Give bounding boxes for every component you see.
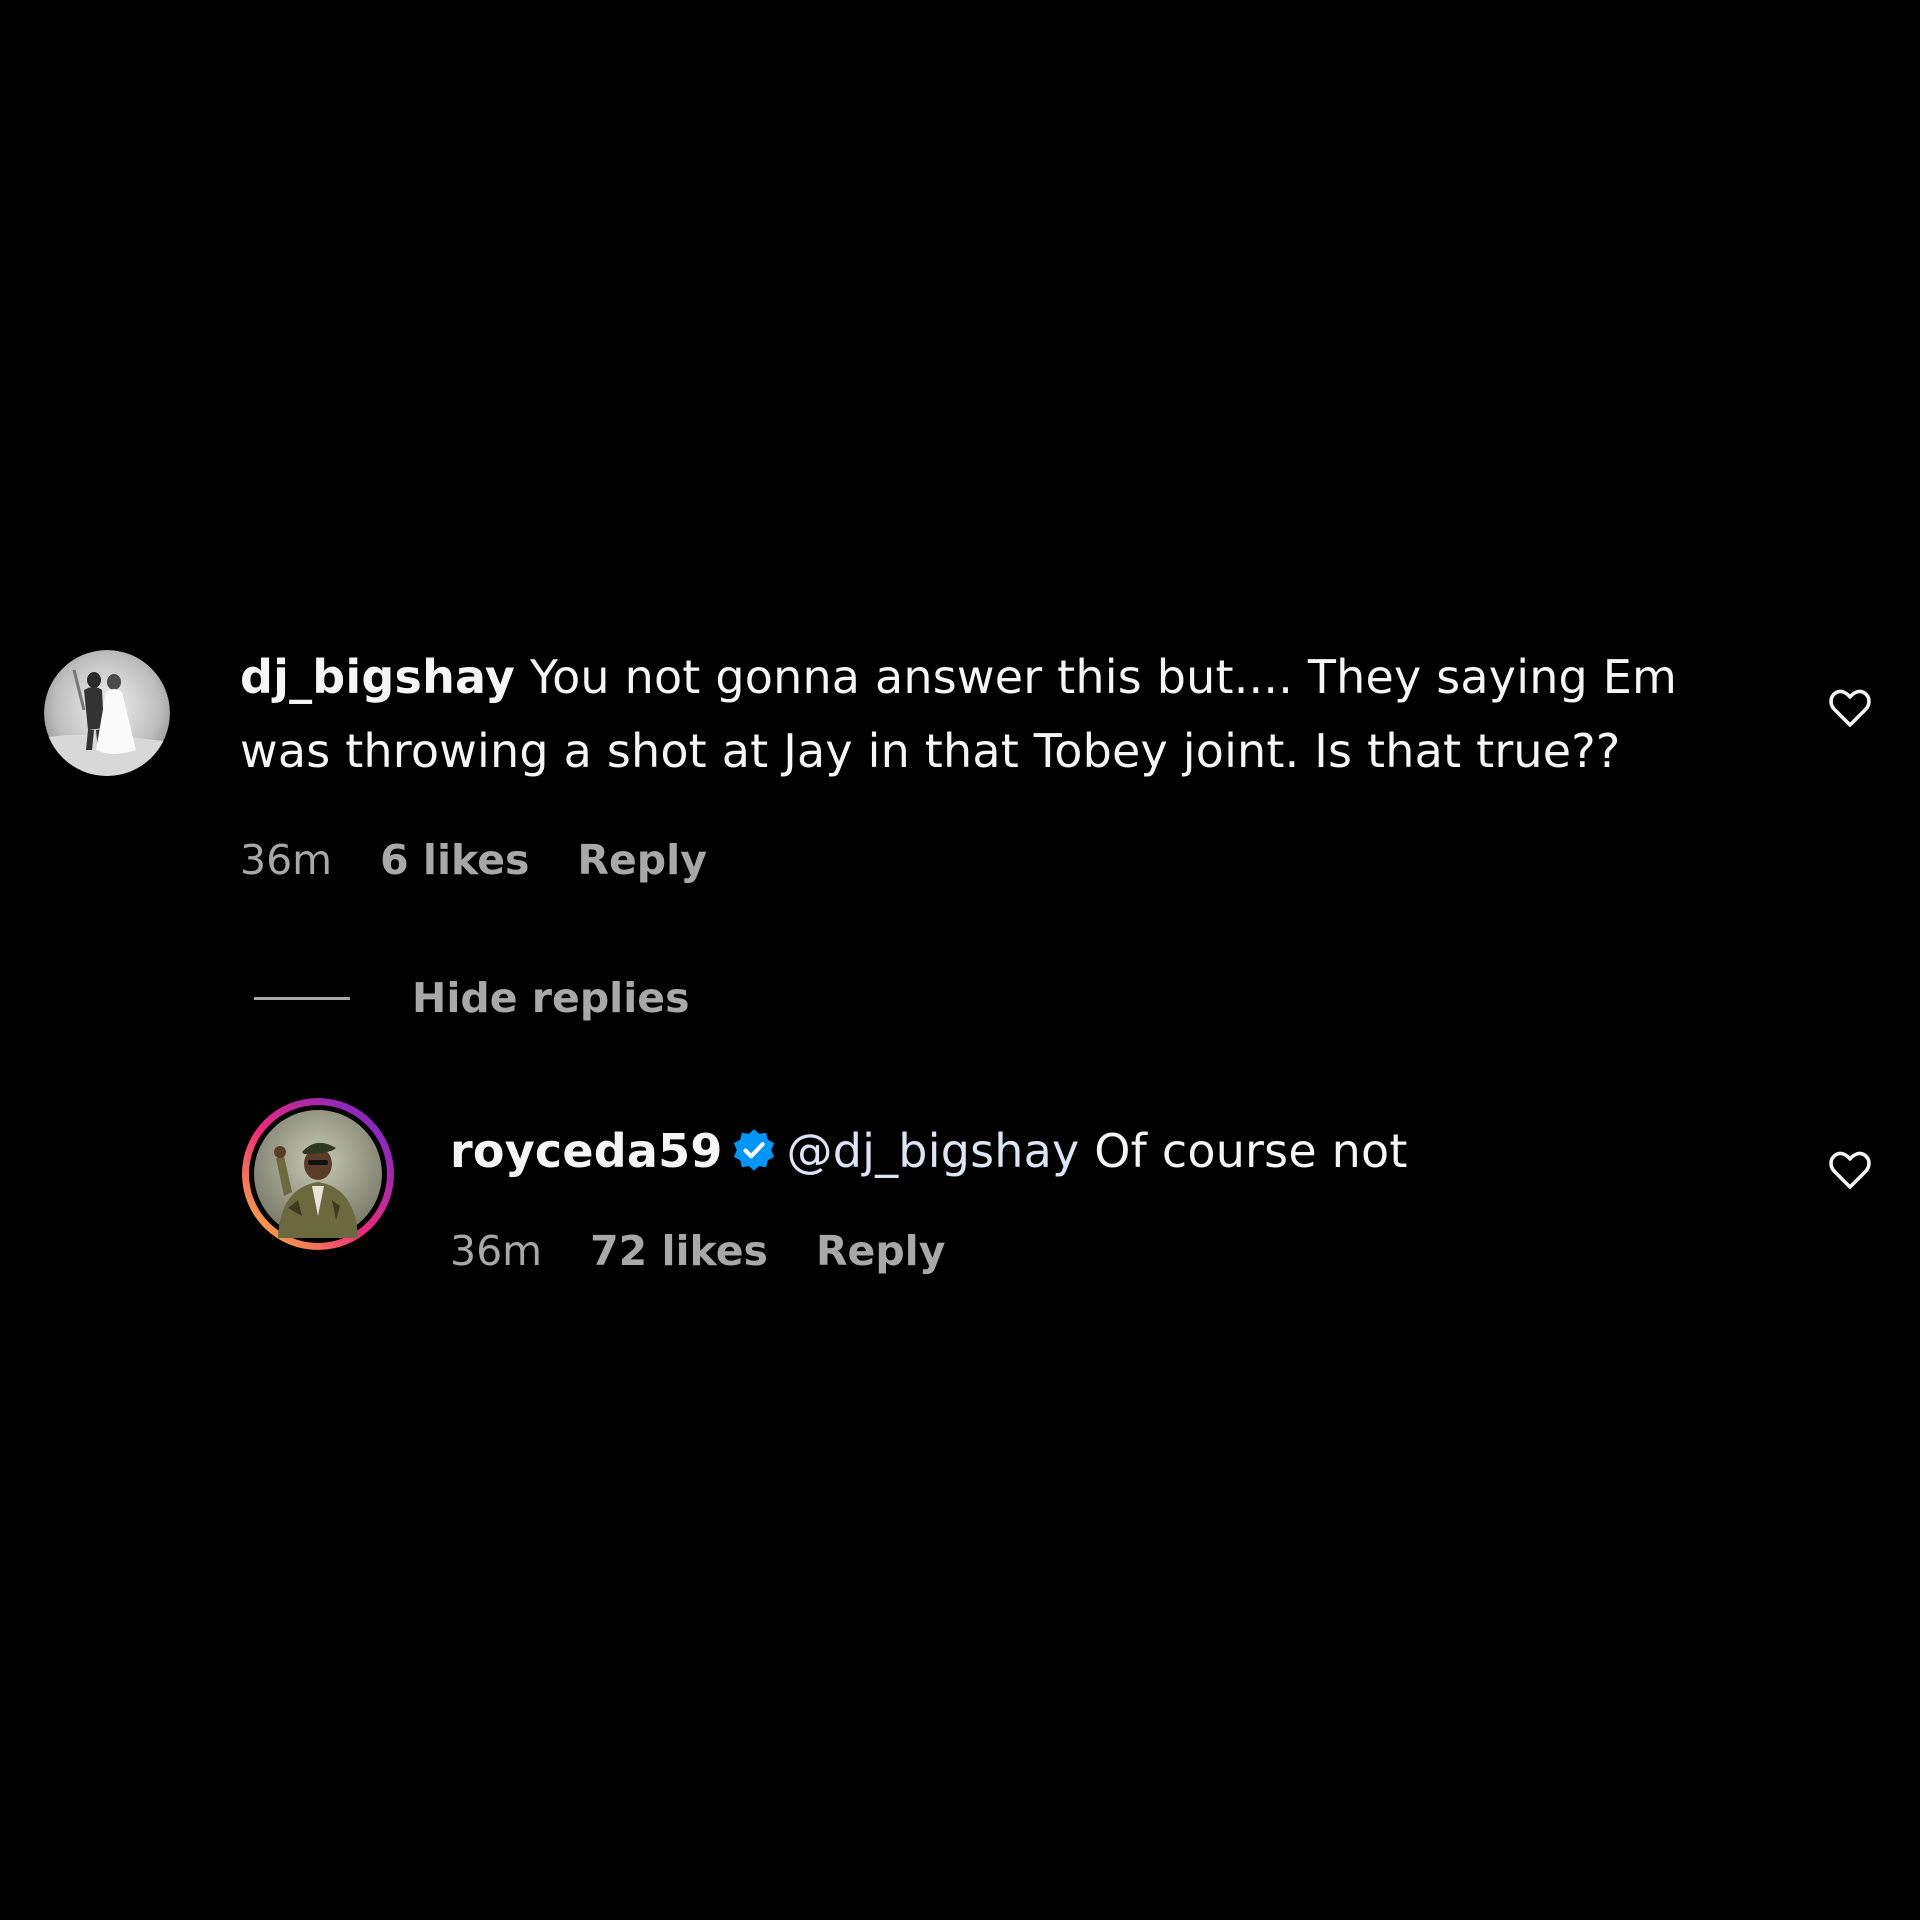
heart-outline-icon[interactable]: [1826, 1146, 1874, 1194]
avatar[interactable]: [44, 650, 170, 776]
bw-photo-avatar-icon: [44, 650, 170, 776]
reply-text: Of course not: [1094, 1124, 1408, 1178]
verified-badge-icon: [733, 1129, 774, 1171]
hide-replies-label: Hide replies: [412, 974, 690, 1022]
reply-button[interactable]: Reply: [816, 1226, 946, 1276]
avatar[interactable]: [240, 1096, 396, 1252]
comment-username[interactable]: dj_bigshay: [240, 650, 515, 704]
reply-button[interactable]: Reply: [577, 835, 707, 885]
heart-outline-icon[interactable]: [1826, 684, 1874, 732]
comment-item: dj_bigshay You not gonna answer this but…: [0, 640, 1920, 900]
comment-time: 36m: [240, 836, 333, 884]
reply-meta: 36m 72 likes Reply: [450, 1226, 945, 1276]
reply-item: royceda59 @dj_bigshay Of course not 36m …: [0, 1096, 1920, 1276]
reply-time: 36m: [450, 1227, 543, 1275]
comment-meta: 36m 6 likes Reply: [240, 835, 707, 885]
comment-likes[interactable]: 6 likes: [380, 835, 529, 885]
mention-link[interactable]: @dj_bigshay: [787, 1124, 1080, 1178]
reply-body: royceda59 @dj_bigshay Of course not: [450, 1114, 1750, 1188]
reply-likes[interactable]: 72 likes: [590, 1226, 768, 1276]
divider: [254, 996, 350, 1000]
comment-body: dj_bigshay You not gonna answer this but…: [240, 640, 1740, 788]
hide-replies-button[interactable]: Hide replies: [254, 968, 690, 1028]
story-ring-avatar-icon: [242, 1098, 394, 1250]
reply-username[interactable]: royceda59: [450, 1124, 723, 1178]
